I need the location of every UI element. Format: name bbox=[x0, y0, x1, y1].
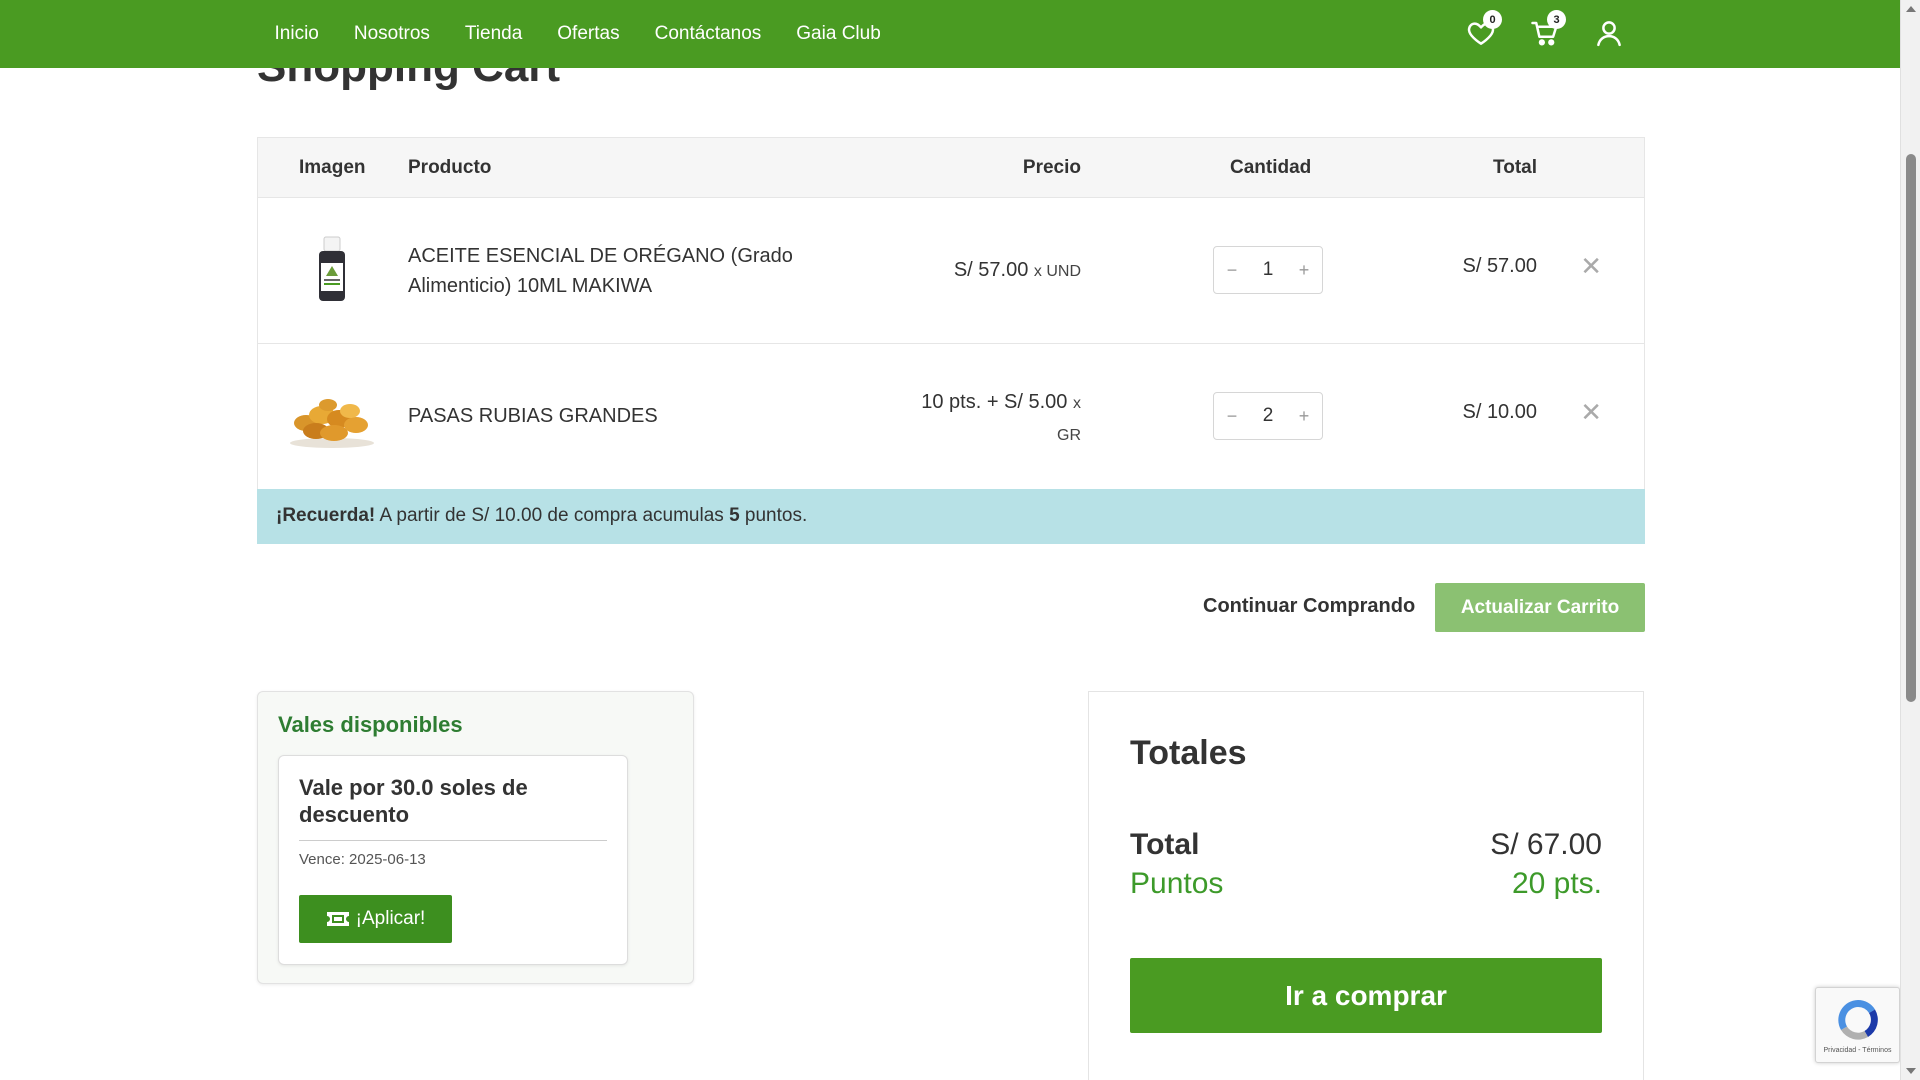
row-total: S/ 10.00 bbox=[1462, 401, 1537, 423]
recaptcha-links[interactable]: Privacidad - Términos bbox=[1816, 1047, 1899, 1054]
cart-row: ACEITE ESENCIAL DE ORÉGANO (Grado Alimen… bbox=[258, 198, 1644, 344]
notice-text-after: puntos. bbox=[739, 505, 808, 526]
price-unit-x: x bbox=[1073, 395, 1081, 412]
page: { "nav": { "items": ["Inicio", "Nosotros… bbox=[0, 0, 1920, 1080]
nav-item-nosotros[interactable]: Nosotros bbox=[336, 23, 447, 45]
product-image[interactable] bbox=[282, 220, 382, 320]
points-value: 20 pts. bbox=[1511, 867, 1602, 900]
points-line: Puntos 20 pts. bbox=[1130, 867, 1602, 901]
price-unit: GR bbox=[1057, 427, 1081, 444]
scroll-up-arrow-icon[interactable] bbox=[1906, 6, 1916, 12]
voucher-title: Vale por 30.0 soles de descuento bbox=[299, 775, 528, 827]
row-total: S/ 57.00 bbox=[1462, 255, 1537, 277]
price-unit: x UND bbox=[1033, 263, 1081, 280]
top-navbar: Inicio Nosotros Tienda Ofertas Contáctan… bbox=[0, 0, 1900, 68]
notice-text-before: A partir de S/ 10.00 de compra acumulas bbox=[375, 505, 730, 526]
main-nav: Inicio Nosotros Tienda Ofertas Contáctan… bbox=[257, 0, 898, 68]
scrollbar-thumb[interactable] bbox=[1906, 154, 1916, 702]
voucher-card: Vale por 30.0 soles de descuento Vence: … bbox=[278, 755, 628, 965]
cart-button[interactable]: 3 bbox=[1526, 10, 1566, 56]
notice-strong: ¡Recuerda! bbox=[276, 505, 376, 526]
totals-panel: Totales Total S/ 67.00 Puntos 20 pts. Ir… bbox=[1088, 691, 1644, 1080]
page-scrollbar[interactable] bbox=[1900, 0, 1920, 1080]
increase-button[interactable]: + bbox=[1296, 406, 1312, 427]
product-image[interactable] bbox=[282, 366, 382, 466]
price-value: S/ 57.00 bbox=[953, 259, 1029, 281]
header-product: Producto bbox=[408, 157, 492, 178]
cart-row: PASAS RUBIAS GRANDES 10 pts. + S/ 5.00 x… bbox=[258, 344, 1644, 490]
cart-table-header: Imagen Producto Precio Cantidad Total bbox=[258, 138, 1644, 198]
total-value: S/ 67.00 bbox=[1490, 828, 1602, 861]
remove-item-icon[interactable]: ✕ bbox=[1580, 397, 1602, 428]
points-notice: ¡Recuerda! A partir de S/ 10.00 de compr… bbox=[257, 489, 1645, 544]
scroll-down-arrow-icon[interactable] bbox=[1906, 1068, 1916, 1074]
checkout-button[interactable]: Ir a comprar bbox=[1130, 958, 1602, 1033]
essential-oil-bottle-icon bbox=[319, 236, 345, 301]
nav-icons: 0 3 bbox=[1462, 10, 1628, 56]
vouchers-panel: Vales disponibles Vale por 30.0 soles de… bbox=[257, 691, 694, 984]
quantity-value[interactable]: 1 bbox=[1263, 259, 1274, 281]
points-label: Puntos bbox=[1130, 867, 1224, 900]
remove-item-icon[interactable]: ✕ bbox=[1580, 251, 1602, 282]
nav-item-tienda[interactable]: Tienda bbox=[447, 23, 539, 45]
header-total: Total bbox=[1493, 157, 1537, 178]
user-icon bbox=[1597, 21, 1621, 47]
golden-raisins-icon bbox=[290, 399, 374, 448]
vouchers-title: Vales disponibles bbox=[278, 712, 463, 737]
wishlist-count-badge: 0 bbox=[1483, 10, 1502, 29]
voucher-divider bbox=[299, 840, 607, 841]
nav-item-ofertas[interactable]: Ofertas bbox=[540, 23, 637, 45]
total-label: Total bbox=[1130, 828, 1200, 861]
quantity-stepper[interactable]: − 1 + bbox=[1213, 246, 1323, 294]
product-price: S/ 57.00 x UND bbox=[954, 255, 1081, 287]
nav-item-contactanos[interactable]: Contáctanos bbox=[637, 23, 779, 45]
decrease-button[interactable]: − bbox=[1224, 406, 1240, 427]
quantity-stepper[interactable]: − 2 + bbox=[1213, 392, 1323, 440]
product-name[interactable]: PASAS RUBIAS GRANDES bbox=[408, 401, 828, 431]
price-value: 10 pts. + S/ 5.00 bbox=[921, 391, 1068, 413]
ticket-icon bbox=[326, 912, 349, 926]
decrease-button[interactable]: − bbox=[1224, 260, 1240, 281]
nav-item-gaia-club[interactable]: Gaia Club bbox=[779, 23, 899, 45]
cart-table: Imagen Producto Precio Cantidad Total AC… bbox=[257, 137, 1645, 490]
product-name[interactable]: ACEITE ESENCIAL DE ORÉGANO (Grado Alimen… bbox=[408, 241, 828, 301]
wishlist-button[interactable]: 0 bbox=[1462, 10, 1502, 56]
update-cart-button[interactable]: Actualizar Carrito bbox=[1435, 583, 1645, 632]
cart-count-badge: 3 bbox=[1547, 10, 1566, 29]
voucher-expiration: Vence: 2025-06-13 bbox=[299, 851, 426, 868]
recaptcha-badge[interactable]: Privacidad - Términos bbox=[1815, 987, 1900, 1063]
apply-voucher-label: ¡Aplicar! bbox=[355, 908, 426, 929]
nav-item-inicio[interactable]: Inicio bbox=[257, 23, 336, 45]
header-price: Precio bbox=[1022, 157, 1081, 178]
notice-points: 5 bbox=[729, 505, 740, 526]
header-quantity: Cantidad bbox=[1230, 157, 1312, 178]
increase-button[interactable]: + bbox=[1296, 260, 1312, 281]
quantity-value[interactable]: 2 bbox=[1263, 405, 1274, 427]
totals-title: Totales bbox=[1130, 734, 1247, 772]
apply-voucher-button[interactable]: ¡Aplicar! bbox=[299, 895, 452, 943]
continue-shopping-button[interactable]: Continuar Comprando bbox=[1203, 595, 1415, 618]
total-line: Total S/ 67.00 bbox=[1130, 828, 1602, 862]
header-image: Imagen bbox=[299, 157, 366, 178]
recaptcha-logo-icon bbox=[1838, 1000, 1878, 1040]
product-price: 10 pts. + S/ 5.00 x GR bbox=[921, 387, 1081, 451]
account-button[interactable] bbox=[1590, 10, 1628, 56]
